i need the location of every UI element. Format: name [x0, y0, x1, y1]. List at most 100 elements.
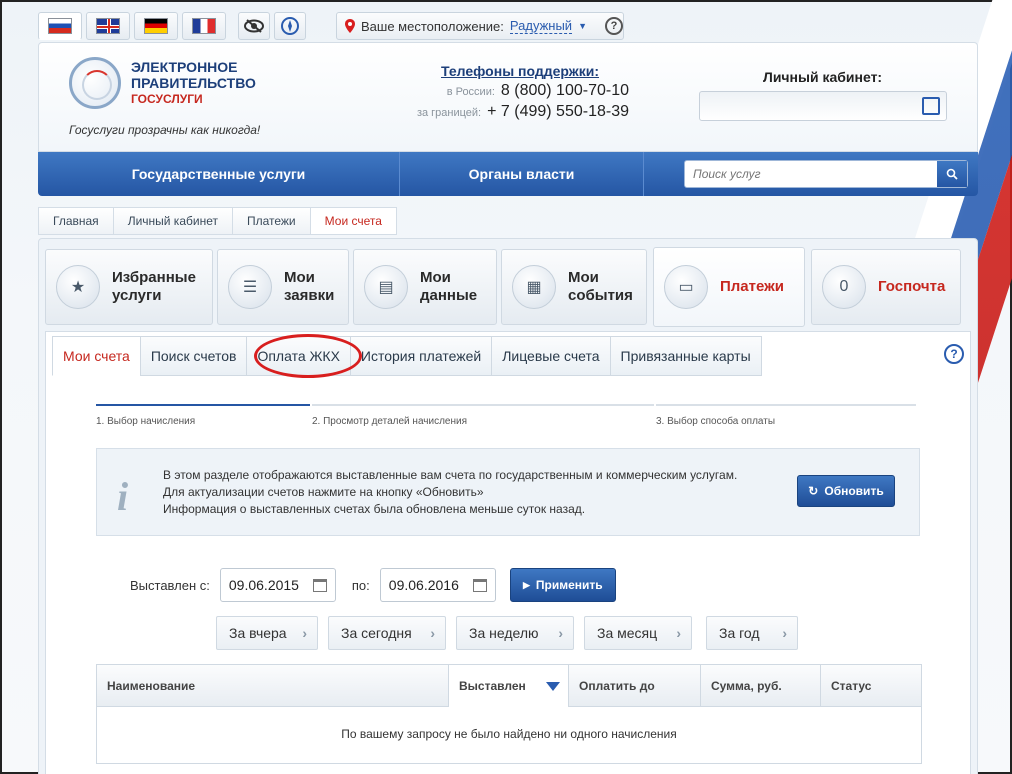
tile-label-payments: Платежи: [720, 278, 784, 295]
data-document-icon: ▤: [364, 265, 408, 309]
step-3-label: 3. Выбор способа оплаты: [656, 416, 776, 427]
location-help-icon[interactable]: ?: [605, 17, 623, 35]
quick-filter-year[interactable]: За год ›: [706, 616, 798, 650]
info-box: i В этом разделе отображаются выставленн…: [96, 448, 920, 536]
quick-filter-label: За год: [719, 625, 760, 641]
breadcrumb-my-bills: Мои счета: [309, 207, 397, 235]
payments-card-icon: ▭: [664, 265, 708, 309]
info-text: В этом разделе отображаются выставленные…: [163, 467, 737, 518]
service-search-input[interactable]: [685, 161, 935, 187]
russia-phone-label: в России:: [446, 86, 495, 98]
tab-linked-cards[interactable]: Привязанные карты: [609, 336, 762, 376]
cabinet-login-field[interactable]: [699, 91, 947, 121]
abroad-phone-label: за границей:: [416, 107, 482, 119]
tile-label-line1: Мои: [284, 269, 315, 286]
uk-flag-icon: [96, 18, 120, 34]
site-header: ЭЛЕКТРОННОЕ ПРАВИТЕЛЬСТВО ГОСУСЛУГИ Госу…: [38, 42, 978, 152]
nav-authorities[interactable]: Органы власти: [400, 152, 644, 196]
gosuslugi-logo-icon[interactable]: [69, 57, 121, 109]
tab-payment-history[interactable]: История платежей: [349, 336, 493, 376]
nav-government-services[interactable]: Государственные услуги: [38, 152, 400, 196]
tile-label-line1: Мои: [420, 269, 451, 286]
column-status[interactable]: Статус: [821, 665, 921, 707]
language-bar: [38, 12, 226, 40]
breadcrumb-payments[interactable]: Платежи: [231, 207, 311, 235]
location-city-link[interactable]: Радужный: [509, 18, 573, 34]
location-label: Ваше местоположение:: [361, 18, 504, 34]
date-from-input[interactable]: 09.06.2015: [219, 568, 336, 602]
language-english-button[interactable]: [86, 12, 130, 40]
language-russian-button[interactable]: [38, 12, 82, 40]
play-icon: ▶: [522, 579, 530, 590]
compass-icon: [281, 17, 299, 35]
logo-line-3: ГОСУСЛУГИ: [131, 92, 203, 106]
info-line-2: Для актуализации счетов нажмите на кнопк…: [163, 485, 484, 499]
language-german-button[interactable]: [134, 12, 178, 40]
search-button[interactable]: [937, 161, 967, 187]
step-1-label: 1. Выбор начисления: [96, 416, 196, 427]
breadcrumb-cabinet[interactable]: Личный кабинет: [112, 207, 233, 235]
login-door-icon[interactable]: [922, 97, 940, 115]
quick-filter-yesterday[interactable]: За вчера ›: [216, 616, 318, 650]
support-phones-title[interactable]: Телефоны поддержки:: [389, 63, 599, 79]
france-flag-icon: [192, 18, 216, 34]
language-french-button[interactable]: [182, 12, 226, 40]
refresh-button[interactable]: ↻ Обновить: [797, 475, 895, 507]
chevron-down-icon: ▼: [578, 21, 587, 31]
refresh-button-label: Обновить: [824, 484, 884, 498]
search-icon: [946, 168, 958, 180]
location-selector: Ваше местоположение: Радужный ▼ ?: [336, 12, 624, 40]
applications-list-icon: ☰: [228, 265, 272, 309]
tile-my-applications[interactable]: ☰ Мои заявки: [217, 249, 349, 325]
chevron-right-icon: ›: [558, 625, 563, 641]
tile-label-line2: заявки: [284, 287, 335, 304]
column-pay-by[interactable]: Оплатить до: [569, 665, 701, 707]
tab-personal-accounts[interactable]: Лицевые счета: [491, 336, 611, 376]
help-icon[interactable]: ?: [944, 344, 964, 364]
step-3-bar: [656, 404, 916, 406]
tile-label-line1: Мои: [568, 269, 599, 286]
date-to-input[interactable]: 09.06.2016: [379, 568, 496, 602]
quick-filter-today[interactable]: За сегодня ›: [328, 616, 446, 650]
tile-gospochta[interactable]: 0 Госпочта: [811, 249, 961, 325]
step-2-label: 2. Просмотр деталей начисления: [312, 416, 467, 427]
info-line-1: В этом разделе отображаются выставленные…: [163, 468, 738, 482]
tile-my-events[interactable]: ▦ Мои события: [501, 249, 647, 325]
column-name[interactable]: Наименование: [97, 665, 449, 707]
column-issued[interactable]: Выставлен: [449, 665, 569, 707]
site-logo-text[interactable]: ЭЛЕКТРОННОЕ ПРАВИТЕЛЬСТВО ГОСУСЛУГИ: [131, 59, 256, 107]
compass-button[interactable]: [274, 12, 306, 40]
cabinet-panel: ★ Избранные услуги ☰ Мои заявки ▤ Мои данны…: [38, 238, 978, 774]
logo-line-1: ЭЛЕКТРОННОЕ: [131, 59, 238, 75]
abroad-phone-number: + 7 (499) 550-18-39: [487, 103, 629, 120]
quick-filter-label: За вчера: [229, 625, 287, 641]
russia-phone-number: 8 (800) 100-70-10: [500, 82, 629, 99]
tile-payments[interactable]: ▭ Платежи: [653, 247, 805, 327]
tile-label-line1: Избранные: [112, 269, 196, 286]
calendar-icon[interactable]: [472, 578, 487, 592]
quick-filter-label: За месяц: [597, 625, 658, 641]
calendar-icon[interactable]: [312, 578, 327, 592]
sort-desc-icon: [545, 681, 560, 691]
apply-button[interactable]: ▶ Применить: [509, 568, 616, 602]
info-line-3: Информация о выставленных счетах была об…: [163, 502, 586, 516]
date-from-value: 09.06.2015: [228, 577, 299, 593]
breadcrumb-home[interactable]: Главная: [38, 207, 114, 235]
tab-search-bills[interactable]: Поиск счетов: [139, 336, 248, 376]
tile-my-data[interactable]: ▤ Мои данные: [353, 249, 497, 325]
gospochta-count-badge: 0: [822, 265, 866, 309]
favorite-services-icon: ★: [56, 265, 100, 309]
tab-my-bills[interactable]: Мои счета: [52, 336, 141, 376]
russia-flag-icon: [48, 18, 72, 34]
bills-table: Наименование Выставлен Оплатить до Сумма…: [96, 664, 922, 764]
tile-favorite-services[interactable]: ★ Избранные услуги: [45, 249, 213, 325]
quick-filter-month[interactable]: За месяц ›: [584, 616, 692, 650]
quick-filter-label: За неделю: [469, 625, 539, 641]
quick-filter-week[interactable]: За неделю ›: [456, 616, 574, 650]
date-filter: Выставлен с: 09.06.2015 по: 09.06.2016 ▶…: [130, 568, 616, 602]
table-empty-message: По вашему запросу не было найдено ни одн…: [341, 727, 677, 741]
column-amount[interactable]: Сумма, руб.: [701, 665, 821, 707]
tab-utility-payment[interactable]: Оплата ЖКХ: [246, 336, 351, 376]
low-vision-button[interactable]: [238, 12, 270, 40]
tile-label-gospochta: Госпочта: [878, 278, 946, 295]
